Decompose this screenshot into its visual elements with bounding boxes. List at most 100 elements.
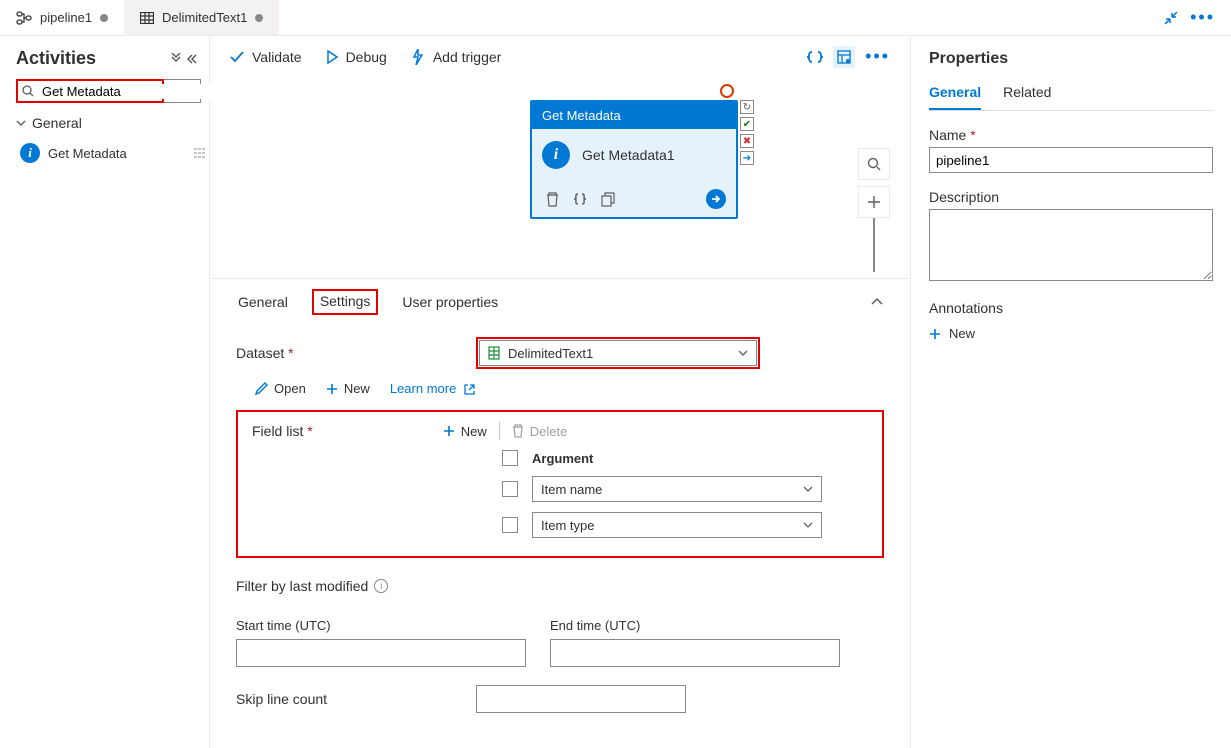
node-connectors: ↻ ✔ ✖ ➔ bbox=[740, 100, 754, 165]
field-list-label: Field list bbox=[252, 423, 313, 439]
zoom-slider[interactable] bbox=[873, 218, 875, 272]
unsaved-dot-icon bbox=[255, 14, 263, 22]
add-trigger-button[interactable]: Add trigger bbox=[411, 49, 501, 65]
annotations-new-label: New bbox=[949, 326, 975, 341]
copy-node-icon[interactable] bbox=[601, 192, 615, 207]
trigger-icon bbox=[411, 49, 425, 65]
connector-completion-icon[interactable]: ➔ bbox=[740, 151, 754, 165]
dataset-item-icon bbox=[488, 346, 500, 360]
properties-toggle-icon[interactable] bbox=[833, 46, 855, 68]
edit-icon bbox=[254, 382, 268, 396]
argument-row-checkbox[interactable] bbox=[502, 481, 518, 497]
fieldlist-new-button[interactable]: New bbox=[443, 424, 487, 439]
canvas-add-button[interactable] bbox=[858, 186, 890, 218]
dataset-label: Dataset bbox=[236, 345, 476, 361]
drag-grip-icon bbox=[194, 148, 197, 158]
argument-value-0: Item name bbox=[541, 482, 602, 497]
validate-button[interactable]: Validate bbox=[230, 49, 302, 65]
collapse-panel-icon[interactable] bbox=[870, 297, 884, 307]
breakpoint-icon[interactable] bbox=[720, 84, 734, 98]
learn-more-label: Learn more bbox=[390, 381, 456, 396]
connector-retry-icon[interactable]: ↻ bbox=[740, 100, 754, 114]
fieldlist-delete-button[interactable]: Delete bbox=[512, 424, 568, 439]
activity-get-metadata-label: Get Metadata bbox=[48, 146, 127, 161]
dataset-select[interactable]: DelimitedText1 bbox=[479, 340, 757, 366]
argument-header-label: Argument bbox=[532, 451, 593, 466]
tab-general[interactable]: General bbox=[236, 290, 290, 314]
tab-settings[interactable]: Settings bbox=[312, 289, 379, 315]
expand-all-icon[interactable] bbox=[171, 53, 181, 65]
filter-label: Filter by last modified bbox=[236, 578, 368, 594]
activity-get-metadata[interactable]: i Get Metadata bbox=[0, 137, 209, 169]
node-title: Get Metadata bbox=[532, 102, 736, 129]
validate-label: Validate bbox=[252, 49, 302, 65]
pipeline-canvas[interactable]: Get Metadata i Get Metadata1 ↻ ✔ ✖ ➔ bbox=[210, 78, 910, 278]
fieldlist-new-label: New bbox=[461, 424, 487, 439]
code-view-icon[interactable] bbox=[807, 49, 823, 65]
delete-node-icon[interactable] bbox=[546, 192, 559, 207]
toolbar-more-icon[interactable]: ••• bbox=[865, 46, 890, 67]
skip-line-input[interactable] bbox=[476, 685, 686, 713]
collapse-panel-icon[interactable] bbox=[185, 53, 197, 65]
properties-title: Properties bbox=[929, 50, 1213, 68]
activities-title: Activities bbox=[16, 48, 96, 69]
info-icon[interactable]: i bbox=[374, 579, 388, 593]
props-name-input[interactable] bbox=[929, 147, 1213, 173]
node-name: Get Metadata1 bbox=[582, 147, 675, 163]
dataset-new-label: New bbox=[344, 381, 370, 396]
add-trigger-label: Add trigger bbox=[433, 49, 501, 65]
props-tab-general[interactable]: General bbox=[929, 82, 981, 110]
argument-select-1[interactable]: Item type bbox=[532, 512, 822, 538]
tab-delimitedtext1[interactable]: DelimitedText1 bbox=[124, 0, 279, 35]
props-desc-input[interactable] bbox=[929, 209, 1213, 281]
annotations-new-button[interactable]: New bbox=[929, 326, 1213, 341]
chevron-down-icon bbox=[803, 521, 813, 529]
activity-node-get-metadata[interactable]: Get Metadata i Get Metadata1 bbox=[530, 100, 738, 219]
dataset-new-button[interactable]: New bbox=[326, 381, 370, 396]
debug-label: Debug bbox=[346, 49, 387, 65]
activities-panel: Activities General i Get Metadata bbox=[0, 36, 210, 748]
chevron-down-icon bbox=[16, 118, 26, 128]
dataset-open-button[interactable]: Open bbox=[254, 381, 306, 396]
start-time-input[interactable] bbox=[236, 639, 526, 667]
section-general-label: General bbox=[32, 115, 82, 131]
end-time-input[interactable] bbox=[550, 639, 840, 667]
props-annotations-label: Annotations bbox=[929, 300, 1003, 316]
argument-row-checkbox[interactable] bbox=[502, 517, 518, 533]
start-time-label: Start time (UTC) bbox=[236, 618, 526, 633]
fieldlist-delete-label: Delete bbox=[530, 424, 568, 439]
activity-search-input[interactable] bbox=[38, 84, 222, 99]
info-icon: i bbox=[20, 143, 40, 163]
props-name-label: Name bbox=[929, 127, 976, 143]
debug-button[interactable]: Debug bbox=[326, 49, 387, 65]
argument-header-checkbox[interactable] bbox=[502, 450, 518, 466]
dataset-open-label: Open bbox=[274, 381, 306, 396]
skip-line-label: Skip line count bbox=[236, 691, 476, 707]
tab-user-properties[interactable]: User properties bbox=[400, 290, 500, 314]
top-more-icon[interactable]: ••• bbox=[1190, 7, 1215, 28]
argument-value-1: Item type bbox=[541, 518, 594, 533]
argument-select-0[interactable]: Item name bbox=[532, 476, 822, 502]
chevron-down-icon bbox=[738, 349, 748, 357]
collapse-diag-icon[interactable] bbox=[1164, 7, 1178, 28]
connector-success-icon[interactable]: ✔ bbox=[740, 117, 754, 131]
node-output-icon[interactable] bbox=[706, 189, 726, 209]
tab-pipeline1-label: pipeline1 bbox=[40, 10, 92, 25]
canvas-search-button[interactable] bbox=[858, 148, 890, 180]
plus-icon bbox=[443, 425, 455, 437]
connector-fail-icon[interactable]: ✖ bbox=[740, 134, 754, 148]
end-time-label: End time (UTC) bbox=[550, 618, 840, 633]
check-icon bbox=[230, 51, 244, 63]
props-tab-related[interactable]: Related bbox=[1003, 82, 1051, 110]
tab-pipeline1[interactable]: pipeline1 bbox=[0, 0, 124, 35]
info-icon: i bbox=[542, 141, 570, 169]
properties-panel: Properties General Related Name Descript… bbox=[911, 36, 1231, 748]
section-general[interactable]: General bbox=[0, 109, 209, 137]
dataset-learn-more-link[interactable]: Learn more bbox=[390, 381, 475, 396]
node-code-icon[interactable] bbox=[573, 192, 587, 206]
pipeline-icon bbox=[16, 11, 32, 25]
trash-icon bbox=[512, 424, 524, 438]
unsaved-dot-icon bbox=[100, 14, 108, 22]
play-icon bbox=[326, 50, 338, 64]
external-link-icon bbox=[464, 384, 475, 395]
